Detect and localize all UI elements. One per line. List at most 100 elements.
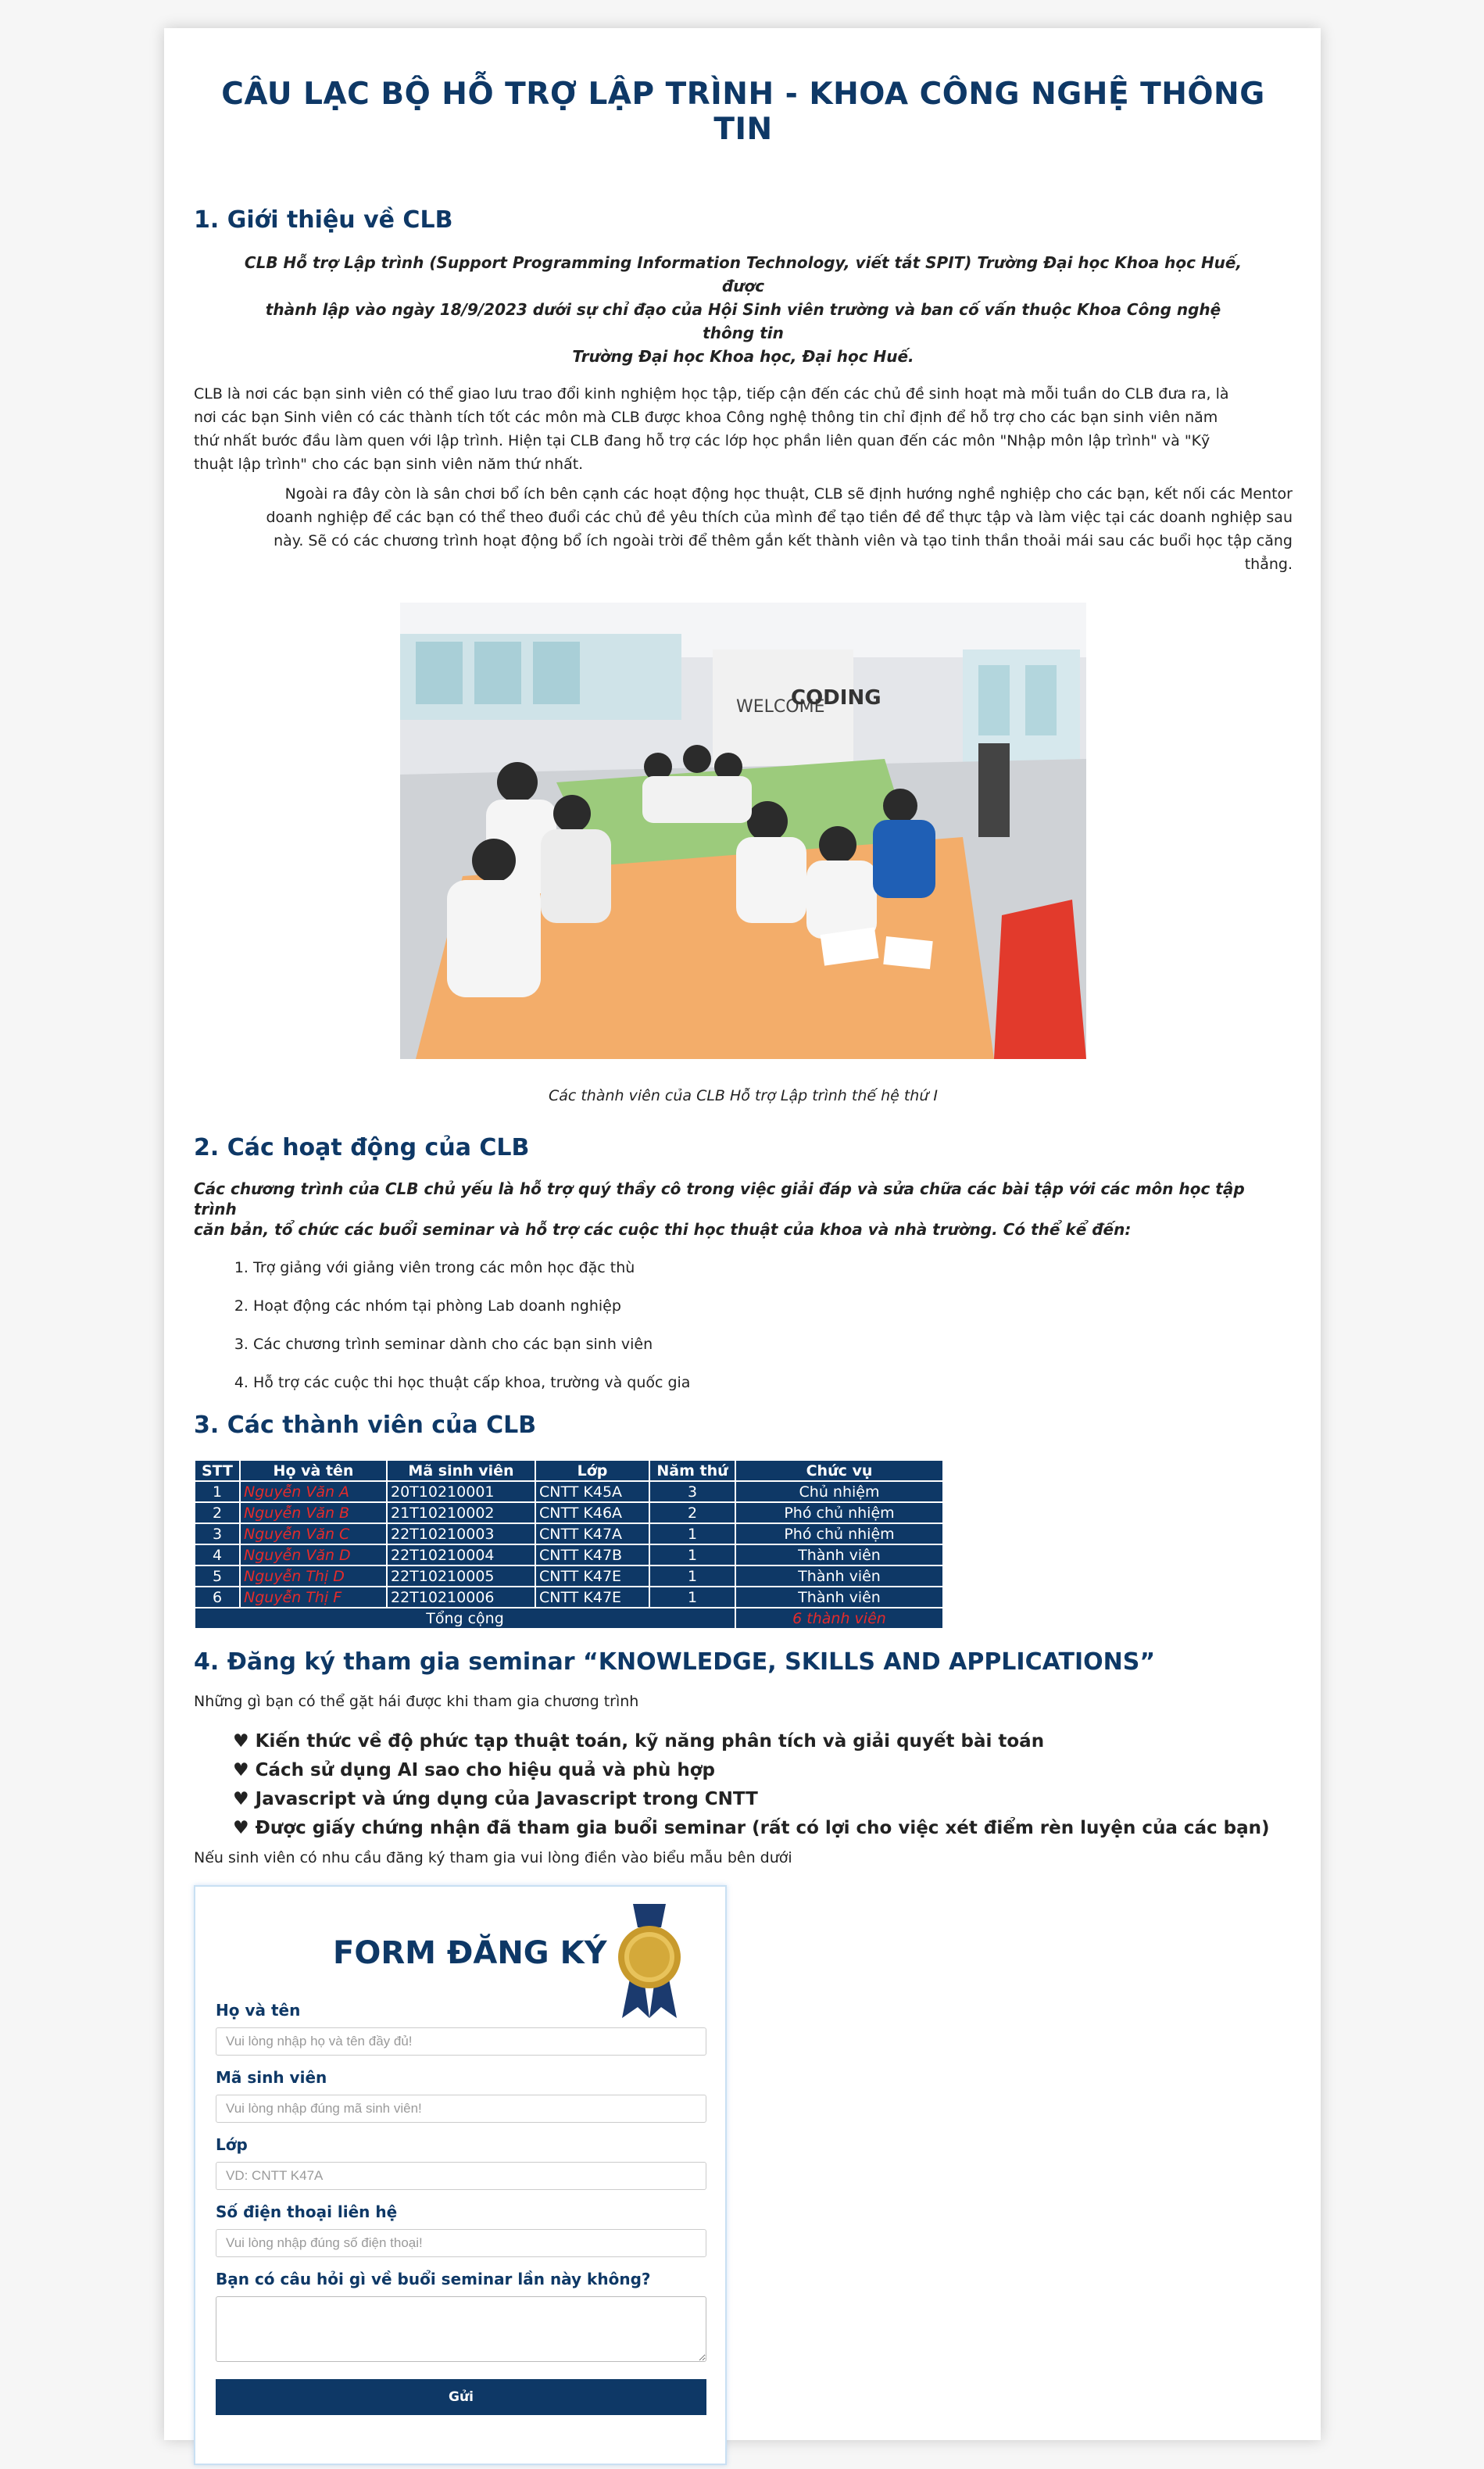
table-row: 5 Nguyễn Thị D 22T10210005 CNTT K47E 1 T… xyxy=(194,1565,944,1587)
list-item: Được giấy chứng nhận đã tham gia buổi se… xyxy=(233,1817,1293,1839)
cell-role: Thành viên xyxy=(735,1544,944,1566)
cell-name: Nguyễn Văn D xyxy=(239,1544,388,1566)
lead-line: Các chương trình của CLB chủ yếu là hỗ t… xyxy=(194,1179,1245,1218)
list-item: Trợ giảng với giảng viên trong các môn h… xyxy=(253,1258,1293,1277)
members-table: STT Họ và tên Mã sinh viên Lớp Năm thứ C… xyxy=(194,1459,944,1630)
benefits-list: Kiến thức về độ phức tạp thuật toán, kỹ … xyxy=(194,1730,1293,1839)
table-total-row: Tổng cộng 6 thành viên xyxy=(194,1607,944,1630)
cell-role: Phó chủ nhiệm xyxy=(735,1523,944,1545)
medal-icon xyxy=(618,1904,681,2018)
cell-student-id: 20T10210001 xyxy=(386,1480,536,1503)
photo-caption: Các thành viên của CLB Hỗ trợ Lập trình … xyxy=(548,1087,939,1104)
table-row: 2 Nguyễn Văn B 21T10210002 CNTT K46A 2 P… xyxy=(194,1501,944,1524)
list-item: Cách sử dụng AI sao cho hiệu quả và phù … xyxy=(233,1759,1293,1781)
table-row: 1 Nguyễn Văn A 20T10210001 CNTT K45A 3 C… xyxy=(194,1480,944,1503)
column-header: Mã sinh viên xyxy=(386,1459,536,1482)
paragraph-line: doanh nghiệp để các bạn có thể theo đuổi… xyxy=(266,509,1293,526)
paragraph-line: thứ nhất bước đầu làm quen với lập trình… xyxy=(194,432,1210,449)
paragraph-line: nơi các bạn Sinh viên có các thành tích … xyxy=(194,409,1218,426)
form-title: FORM ĐĂNG KÝ xyxy=(333,1935,607,1971)
list-item: Hỗ trợ các cuộc thi học thuật cấp khoa, … xyxy=(253,1373,1293,1392)
cell-name: Nguyễn Văn B xyxy=(239,1501,388,1524)
cell-student-id: 22T10210003 xyxy=(386,1523,536,1545)
cell-year: 3 xyxy=(649,1480,736,1503)
cell-year: 1 xyxy=(649,1523,736,1545)
seminar-heading: 4. Đăng ký tham gia seminar “KNOWLEDGE, … xyxy=(194,1648,1156,1676)
cell-index: 5 xyxy=(194,1565,241,1587)
phone-input[interactable] xyxy=(216,2229,706,2257)
members-heading: 3. Các thành viên của CLB xyxy=(194,1412,537,1439)
cell-name: Nguyễn Văn C xyxy=(239,1523,388,1545)
paragraph-line: CLB là nơi các bạn sinh viên có thể giao… xyxy=(194,385,1229,403)
list-item: Javascript và ứng dụng của Javascript tr… xyxy=(233,1788,1293,1810)
cell-year: 2 xyxy=(649,1501,736,1524)
activities-heading: 2. Các hoạt động của CLB xyxy=(194,1134,530,1161)
cell-student-id: 21T10210002 xyxy=(386,1501,536,1524)
cell-role: Thành viên xyxy=(735,1565,944,1587)
table-header-row: STT Họ và tên Mã sinh viên Lớp Năm thứ C… xyxy=(194,1459,944,1482)
student-id-label: Mã sinh viên xyxy=(216,2068,327,2087)
cell-class: CNTT K47B xyxy=(535,1544,650,1566)
cell-role: Thành viên xyxy=(735,1586,944,1608)
form-prompt: Nếu sinh viên có nhu cầu đăng ký tham gi… xyxy=(194,1849,792,1866)
column-header: Lớp xyxy=(535,1459,650,1482)
intro-summary-line: CLB Hỗ trợ Lập trình (Support Programmin… xyxy=(244,253,1243,295)
intro-paragraph-1: CLB là nơi các bạn sinh viên có thể giao… xyxy=(194,382,1293,476)
class-label: Lớp xyxy=(216,2135,248,2154)
cell-name: Nguyễn Thị D xyxy=(239,1565,388,1587)
paragraph-line: này. Sẽ có các chương trình hoạt động bổ… xyxy=(274,532,1293,549)
column-header: Năm thứ xyxy=(649,1459,736,1482)
column-header: STT xyxy=(194,1459,241,1482)
full-name-input[interactable] xyxy=(216,2027,706,2056)
cell-class: CNTT K47E xyxy=(535,1586,650,1608)
cell-index: 4 xyxy=(194,1544,241,1566)
cell-student-id: 22T10210004 xyxy=(386,1544,536,1566)
total-label: Tổng cộng xyxy=(194,1607,736,1630)
registration-form: FORM ĐĂNG KÝ Họ và tên Mã sinh viên Lớp … xyxy=(194,1885,727,2465)
cell-year: 1 xyxy=(649,1586,736,1608)
cell-index: 1 xyxy=(194,1480,241,1503)
paragraph-line: Ngoài ra đây còn là sân chơi bổ ích bên … xyxy=(284,485,1293,503)
intro-summary-line: thành lập vào ngày 18/9/2023 dưới sự chỉ… xyxy=(265,300,1221,342)
cell-class: CNTT K46A xyxy=(535,1501,650,1524)
activities-list: Trợ giảng với giảng viên trong các môn h… xyxy=(194,1258,1293,1392)
list-item: Hoạt động các nhóm tại phòng Lab doanh n… xyxy=(253,1297,1293,1315)
cell-student-id: 22T10210006 xyxy=(386,1586,536,1608)
cell-year: 1 xyxy=(649,1565,736,1587)
cell-year: 1 xyxy=(649,1544,736,1566)
question-textarea[interactable] xyxy=(216,2296,706,2362)
list-item: Các chương trình seminar dành cho các bạ… xyxy=(253,1335,1293,1354)
page-title: CÂU LẠC BỘ HỖ TRỢ LẬP TRÌNH - KHOA CÔNG … xyxy=(221,77,1265,147)
full-name-label: Họ và tên xyxy=(216,2001,301,2020)
club-members-photo: WELCOME CODING xyxy=(400,603,1086,1059)
table-row: 6 Nguyễn Thị F 22T10210006 CNTT K47E 1 T… xyxy=(194,1586,944,1608)
question-label: Bạn có câu hỏi gì về buổi seminar lần nà… xyxy=(216,2270,651,2288)
class-input[interactable] xyxy=(216,2162,706,2190)
total-value: 6 thành viên xyxy=(735,1607,944,1630)
cell-index: 3 xyxy=(194,1523,241,1545)
cell-index: 6 xyxy=(194,1586,241,1608)
table-row: 4 Nguyễn Văn D 22T10210004 CNTT K47B 1 T… xyxy=(194,1544,944,1566)
cell-index: 2 xyxy=(194,1501,241,1524)
intro-paragraph-2: Ngoài ra đây còn là sân chơi bổ ích bên … xyxy=(194,482,1293,576)
paragraph-line: thuật lập trình" cho các bạn sinh viên n… xyxy=(194,456,584,473)
column-header: Chức vụ xyxy=(735,1459,944,1482)
submit-button[interactable]: Gửi xyxy=(216,2379,706,2415)
coding-wall-sign: CODING xyxy=(791,686,881,710)
intro-summary-line: Trường Đại học Khoa học, Đại học Huế. xyxy=(572,347,914,366)
cell-role: Phó chủ nhiệm xyxy=(735,1501,944,1524)
cell-class: CNTT K45A xyxy=(535,1480,650,1503)
cell-student-id: 22T10210005 xyxy=(386,1565,536,1587)
lead-line: căn bản, tổ chức các buổi seminar và hỗ … xyxy=(194,1220,1132,1239)
list-item: Kiến thức về độ phức tạp thuật toán, kỹ … xyxy=(233,1730,1293,1752)
table-row: 3 Nguyễn Văn C 22T10210003 CNTT K47A 1 P… xyxy=(194,1523,944,1545)
column-header: Họ và tên xyxy=(239,1459,388,1482)
student-id-input[interactable] xyxy=(216,2095,706,2123)
cell-class: CNTT K47E xyxy=(535,1565,650,1587)
seminar-intro: Những gì bạn có thể gặt hái được khi tha… xyxy=(194,1693,639,1710)
cell-name: Nguyễn Văn A xyxy=(239,1480,388,1503)
intro-summary: CLB Hỗ trợ Lập trình (Support Programmin… xyxy=(194,251,1293,368)
activities-lead: Các chương trình của CLB chủ yếu là hỗ t… xyxy=(194,1179,1293,1240)
page-container: CÂU LẠC BỘ HỖ TRỢ LẬP TRÌNH - KHOA CÔNG … xyxy=(164,28,1321,2465)
club-photo-illustration: WELCOME CODING xyxy=(400,603,1086,1059)
